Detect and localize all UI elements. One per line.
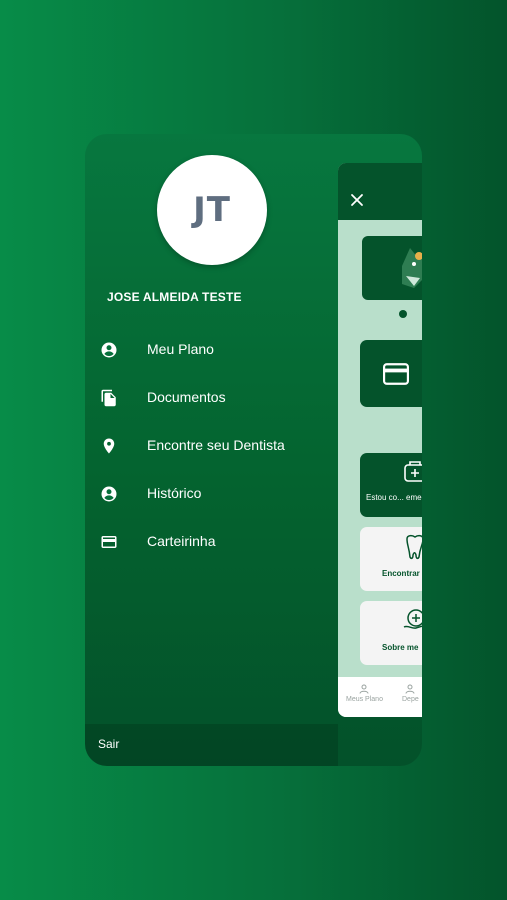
bottom-nav-dependents[interactable]: Depe	[402, 683, 419, 703]
carousel-indicator[interactable]	[399, 310, 407, 318]
mascot-icon	[402, 248, 422, 288]
card-button[interactable]	[360, 340, 422, 407]
find-dentist-card-label: Encontrar	[382, 569, 420, 578]
drawer-menu: Meu Plano Documentos Encontre seu Dentis…	[85, 326, 338, 566]
menu-item-carteirinha[interactable]: Carteirinha	[85, 518, 338, 566]
app-header	[338, 163, 422, 220]
about-card-label: Sobre me	[382, 643, 419, 652]
avatar: JT	[157, 155, 267, 265]
banner-image[interactable]	[362, 236, 422, 300]
emergency-card-label: Estou co... emerg...	[366, 493, 422, 502]
people-icon	[405, 684, 415, 694]
menu-item-label: Documentos	[147, 389, 226, 405]
menu-item-label: Carteirinha	[147, 533, 216, 549]
avatar-initials: JT	[193, 190, 231, 230]
documents-icon	[101, 389, 116, 407]
logout-button[interactable]: Sair	[98, 737, 119, 751]
health-icon	[403, 609, 422, 629]
tooth-icon	[406, 534, 422, 560]
menu-item-documentos[interactable]: Documentos	[85, 374, 338, 422]
menu-item-label: Meu Plano	[147, 341, 214, 357]
account-circle-icon	[101, 342, 117, 358]
menu-item-historico[interactable]: Histórico	[85, 470, 338, 518]
bottom-nav: Meus Plano Depe	[338, 677, 422, 717]
emergency-icon	[404, 461, 422, 482]
bottom-nav-dependents-label: Depe	[402, 696, 419, 703]
find-dentist-card[interactable]: Encontrar	[360, 527, 422, 591]
close-icon[interactable]	[350, 193, 364, 207]
background-app-screen: Estou co... emerg... Encontrar Sobre me	[338, 163, 422, 717]
drawer-footer: Sair	[85, 724, 338, 766]
side-drawer: JT JOSE ALMEIDA TESTE Meu Plano Document…	[85, 134, 422, 766]
about-card[interactable]: Sobre me	[360, 601, 422, 665]
location-pin-icon	[103, 438, 115, 454]
card-icon	[383, 363, 409, 385]
user-name: JOSE ALMEIDA TESTE	[107, 290, 242, 304]
menu-item-label: Encontre seu Dentista	[147, 437, 285, 453]
bottom-nav-plans[interactable]: Meus Plano	[346, 683, 383, 703]
emergency-card[interactable]: Estou co... emerg...	[360, 453, 422, 517]
menu-item-encontre-dentista[interactable]: Encontre seu Dentista	[85, 422, 338, 470]
menu-item-meu-plano[interactable]: Meu Plano	[85, 326, 338, 374]
bottom-nav-plans-label: Meus Plano	[346, 696, 383, 703]
account-circle-icon	[101, 486, 117, 502]
person-icon	[359, 684, 369, 694]
menu-item-label: Histórico	[147, 485, 202, 501]
card-icon	[101, 536, 117, 548]
